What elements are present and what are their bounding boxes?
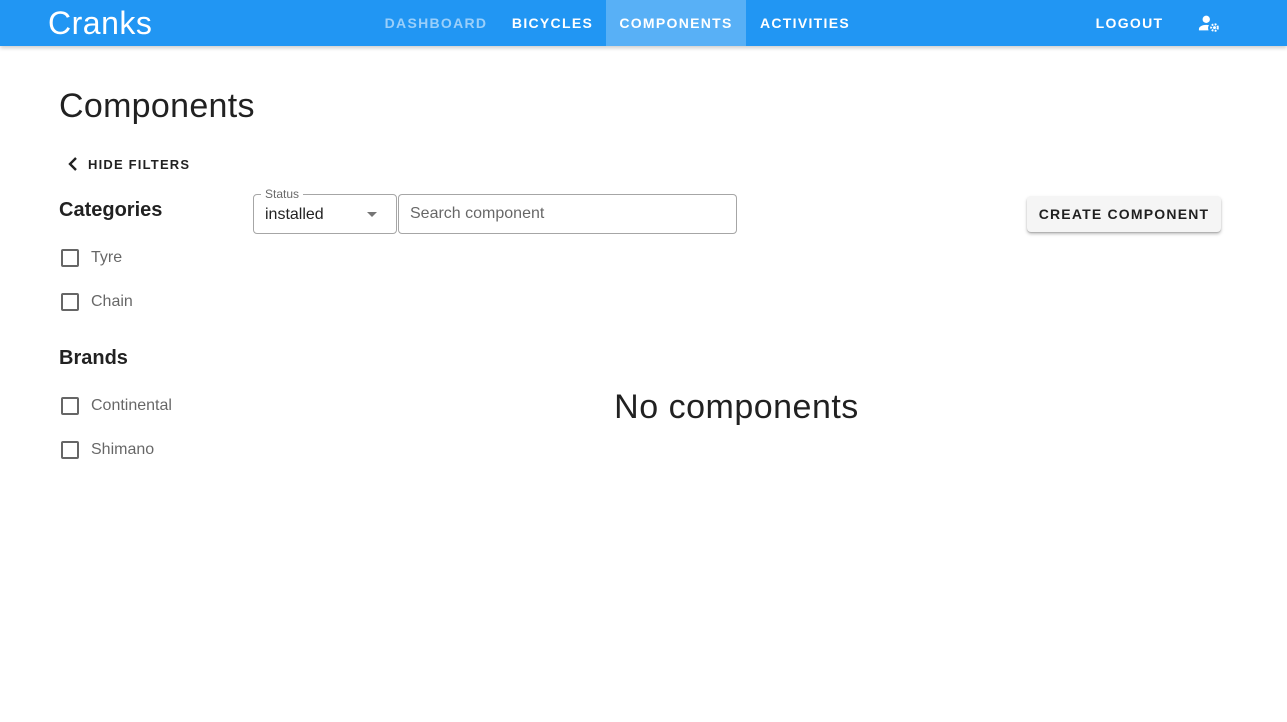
- nav-activities[interactable]: ACTIVITIES: [746, 0, 864, 46]
- categories-heading: Categories: [59, 199, 163, 221]
- checkbox-label: Shimano: [91, 441, 155, 458]
- hide-filters-label: HIDE FILTERS: [88, 156, 191, 172]
- app-bar: Cranks DASHBOARD BICYCLES COMPONENTS ACT…: [0, 0, 1287, 46]
- account-cog-icon[interactable]: [1198, 12, 1220, 34]
- checkbox[interactable]: [61, 249, 79, 267]
- hide-filters-button[interactable]: HIDE FILTERS: [66, 150, 190, 178]
- category-option-chain[interactable]: Chain: [59, 289, 133, 315]
- checkbox[interactable]: [61, 441, 79, 459]
- page-title: Components: [59, 87, 255, 125]
- brand-option-shimano[interactable]: Shimano: [59, 437, 154, 463]
- status-select[interactable]: Status installed: [253, 187, 397, 234]
- brand-title[interactable]: Cranks: [48, 3, 152, 43]
- checkbox-label: Tyre: [91, 249, 123, 266]
- status-label: Status: [261, 187, 304, 201]
- checkbox-label: Chain: [91, 293, 133, 310]
- caret-down-icon: [367, 212, 377, 217]
- search-input[interactable]: [398, 194, 737, 234]
- empty-state-message: No components: [614, 388, 859, 426]
- logout-button[interactable]: LOGOUT: [1083, 0, 1176, 46]
- category-option-tyre[interactable]: Tyre: [59, 245, 122, 271]
- nav-dashboard[interactable]: DASHBOARD: [373, 0, 499, 46]
- chevron-left-icon: [68, 157, 77, 171]
- nav-components[interactable]: COMPONENTS: [606, 0, 746, 46]
- create-component-button[interactable]: CREATE COMPONENT: [1027, 196, 1221, 232]
- status-value: installed: [265, 206, 324, 223]
- brands-heading: Brands: [59, 347, 128, 369]
- checkbox[interactable]: [61, 293, 79, 311]
- nav-bicycles[interactable]: BICYCLES: [499, 0, 606, 46]
